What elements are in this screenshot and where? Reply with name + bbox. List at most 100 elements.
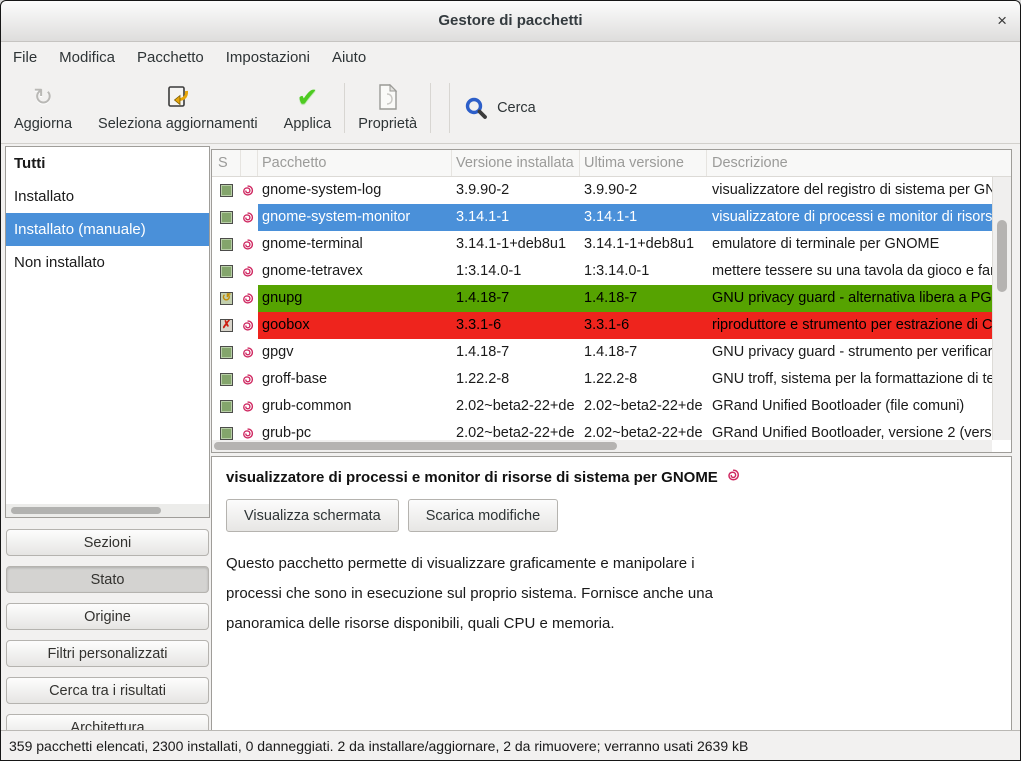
status-cell[interactable] [212,231,241,258]
apply-check-icon: ✔ [297,83,319,111]
latest-version: 2.02~beta2-22+de [580,420,707,440]
debian-swirl-icon [241,393,258,420]
package-description: GNU troff, sistema per la formattazione … [707,366,992,393]
custom-filters-button[interactable]: Filtri personalizzati [6,640,209,667]
sections-button[interactable]: Sezioni [6,529,209,556]
refresh-button[interactable]: ↻ Aggiorna [1,72,85,143]
table-row[interactable]: grub-common2.02~beta2-22+de2.02~beta2-22… [212,393,992,420]
table-row[interactable]: gpgv1.4.18-71.4.18-7GNU privacy guard - … [212,339,992,366]
header-status[interactable]: S [212,150,241,176]
filter-item-installato-manuale[interactable]: Installato (manuale) [6,213,209,246]
latest-version: 1.22.2-8 [580,366,707,393]
installed-status-icon [220,346,233,359]
table-header: S Pacchetto Versione installata Ultima v… [212,150,1011,177]
status-cell[interactable] [212,393,241,420]
installed-version: 2.02~beta2-22+de [452,393,580,420]
mark-upgrades-button[interactable]: Seleziona aggiornamenti [85,72,271,143]
status-button[interactable]: Stato [6,566,209,593]
scrollbar-thumb[interactable] [997,220,1007,292]
status-cell[interactable] [212,177,241,204]
properties-document-icon [377,83,399,111]
menu-aiuto[interactable]: Aiuto [321,49,377,66]
menu-pacchetto[interactable]: Pacchetto [126,49,215,66]
installed-version: 3.14.1-1 [452,204,580,231]
debian-swirl-icon [241,339,258,366]
table-row[interactable]: ✗goobox3.3.1-63.3.1-6riproduttore e stru… [212,312,992,339]
table-row[interactable]: gnome-tetravex1:3.14.0-11:3.14.0-1metter… [212,258,992,285]
status-cell[interactable] [212,366,241,393]
reinstall-status-icon: ↺ [220,292,233,305]
debian-swirl-icon [241,366,258,393]
description-line: processi che sono in esecuzione sul prop… [226,579,997,609]
package-name: grub-common [258,393,452,420]
close-icon[interactable]: × [997,1,1007,41]
installed-status-icon [220,427,233,440]
header-origin[interactable] [241,150,258,176]
latest-version: 1.4.18-7 [580,339,707,366]
table-row[interactable]: groff-base1.22.2-81.22.2-8GNU troff, sis… [212,366,992,393]
apply-button[interactable]: ✔ Applica [271,72,345,143]
table-row[interactable]: ↺gnupg1.4.18-71.4.18-7GNU privacy guard … [212,285,992,312]
view-screenshot-button[interactable]: Visualizza schermata [226,499,399,532]
properties-label: Proprietà [358,116,417,132]
filter-item-non-installato[interactable]: Non installato [6,246,209,279]
debian-swirl-icon [241,204,258,231]
package-description: emulatore di terminale per GNOME [707,231,992,258]
installed-version: 3.14.1-1+deb8u1 [452,231,580,258]
search-results-button[interactable]: Cerca tra i risultati [6,677,209,704]
scrollbar-thumb[interactable] [11,507,161,514]
refresh-icon: ↻ [33,83,53,111]
header-installed-version[interactable]: Versione installata [452,150,580,176]
table-row[interactable]: gnome-system-log3.9.90-23.9.90-2visualiz… [212,177,992,204]
status-cell[interactable] [212,204,241,231]
header-latest-version[interactable]: Ultima versione [580,150,707,176]
table-row[interactable]: gnome-system-monitor3.14.1-13.14.1-1visu… [212,204,992,231]
menubar: File Modifica Pacchetto Impostazioni Aiu… [1,42,1020,72]
installed-version: 1.22.2-8 [452,366,580,393]
table-vertical-scrollbar[interactable] [992,177,1011,440]
sidebar-view-buttons: Sezioni Stato Origine Filtri personalizz… [6,529,209,741]
debian-swirl-icon [241,420,258,440]
table-horizontal-scrollbar[interactable] [212,440,992,452]
refresh-label: Aggiorna [14,116,72,132]
latest-version: 3.3.1-6 [580,312,707,339]
scrollbar-thumb[interactable] [214,442,617,450]
download-changelog-button[interactable]: Scarica modifiche [408,499,558,532]
table-row[interactable]: grub-pc2.02~beta2-22+de2.02~beta2-22+deG… [212,420,992,440]
menu-modifica[interactable]: Modifica [48,49,126,66]
installed-status-icon [220,184,233,197]
installed-version: 3.9.90-2 [452,177,580,204]
latest-version: 3.14.1-1+deb8u1 [580,231,707,258]
properties-button[interactable]: Proprietà [345,72,430,143]
filter-item-tutti[interactable]: Tutti [6,147,209,180]
filter-item-installato[interactable]: Installato [6,180,209,213]
status-cell[interactable] [212,339,241,366]
status-cell[interactable] [212,258,241,285]
menu-impostazioni[interactable]: Impostazioni [215,49,321,66]
header-package[interactable]: Pacchetto [258,150,452,176]
menu-file[interactable]: File [2,49,48,66]
installed-status-icon [220,400,233,413]
package-name: gnome-terminal [258,231,452,258]
details-title-row: visualizzatore di processi e monitor di … [226,468,997,486]
table-row[interactable]: gnome-terminal3.14.1-1+deb8u13.14.1-1+de… [212,231,992,258]
remove-status-icon: ✗ [220,319,233,332]
debian-swirl-icon [241,312,258,339]
status-cell[interactable] [212,420,241,440]
status-cell[interactable]: ↺ [212,285,241,312]
debian-swirl-icon [241,231,258,258]
debian-swirl-icon [241,285,258,312]
installed-version: 1.4.18-7 [452,285,580,312]
titlebar[interactable]: Gestore di pacchetti × [1,1,1020,42]
search-button[interactable]: Cerca [450,72,550,143]
filter-list-horizontal-scrollbar[interactable] [6,504,209,517]
status-filter-list: Tutti Installato Installato (manuale) No… [5,146,210,518]
package-description: GRand Unified Bootloader (file comuni) [707,393,992,420]
header-description[interactable]: Descrizione [707,150,1011,176]
package-name: groff-base [258,366,452,393]
origin-button[interactable]: Origine [6,603,209,630]
package-description: GNU privacy guard - strumento per verifi… [707,339,992,366]
details-description: Questo pacchetto permette di visualizzar… [226,549,997,639]
status-cell[interactable]: ✗ [212,312,241,339]
window-title: Gestore di pacchetti [1,1,1020,41]
